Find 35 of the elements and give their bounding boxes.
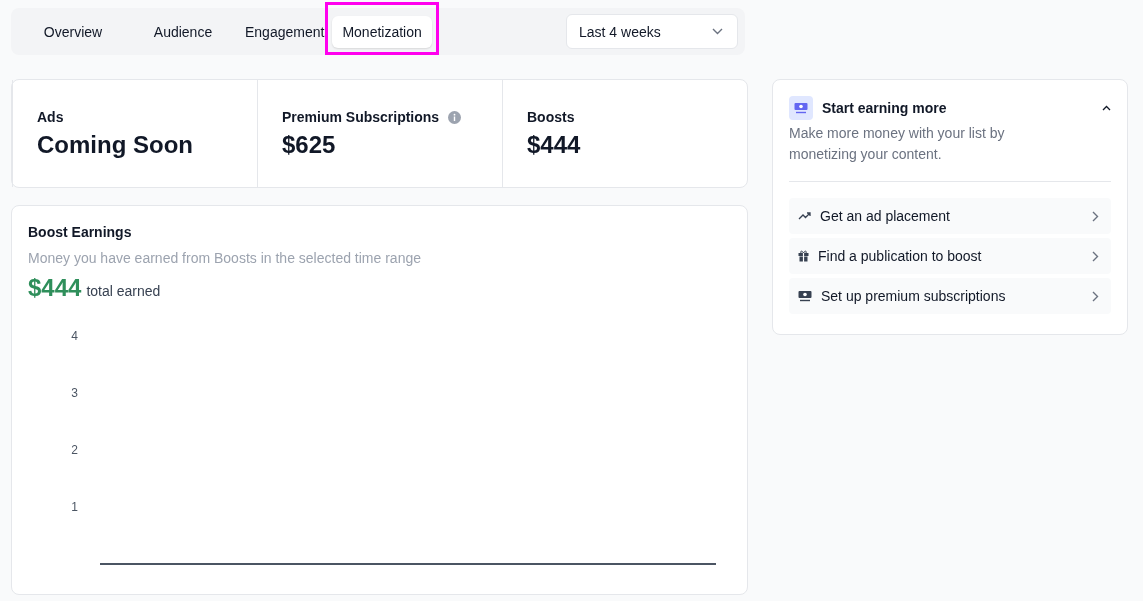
- money-icon: [794, 102, 808, 114]
- money-icon: [798, 290, 812, 302]
- y-tick-label: 3: [71, 386, 78, 400]
- chevron-up-icon: [1102, 105, 1111, 111]
- total-amount: $444: [28, 274, 82, 302]
- chevron-down-icon: [712, 28, 723, 35]
- action-item[interactable]: Set up premium subscriptions: [789, 278, 1111, 314]
- collapse-toggle[interactable]: [1102, 105, 1111, 111]
- date-range-select[interactable]: Last 4 weeks: [566, 14, 738, 49]
- y-tick-label: 4: [71, 329, 78, 343]
- gift-icon: [798, 250, 809, 262]
- chevron-right-icon: [1092, 290, 1099, 302]
- tab[interactable]: Audience: [129, 15, 237, 48]
- stat-value: $444: [527, 131, 582, 159]
- stat-label: Boosts: [527, 109, 575, 125]
- chevron-right-icon: [1092, 250, 1099, 262]
- chevron-right-icon: [1092, 210, 1099, 222]
- panel-title: Start earning more: [822, 100, 948, 116]
- y-tick-label: 2: [71, 443, 78, 457]
- stat-value: $625: [282, 131, 337, 159]
- y-tick-label: 1: [71, 500, 78, 514]
- tab[interactable]: Monetization: [332, 15, 432, 48]
- action-item[interactable]: Find a publication to boost: [789, 238, 1111, 274]
- info-icon: [448, 110, 462, 124]
- stat-label: Ads: [37, 109, 64, 125]
- stat-value: Coming Soon: [37, 131, 194, 159]
- card-subtitle: Money you have earned from Boosts in the selected time range: [28, 250, 422, 266]
- panel-description: Make more money with your list by monetizing your content.: [789, 123, 1111, 182]
- trending-up-icon: [798, 211, 811, 221]
- tab[interactable]: Overview: [19, 15, 127, 48]
- total-label: total earned: [86, 283, 161, 299]
- card-title: Boost Earnings: [28, 224, 133, 240]
- stat-label: Premium Subscriptions: [282, 109, 440, 125]
- action-item[interactable]: Get an ad placement: [789, 198, 1111, 234]
- tab[interactable]: Engagement: [239, 15, 331, 48]
